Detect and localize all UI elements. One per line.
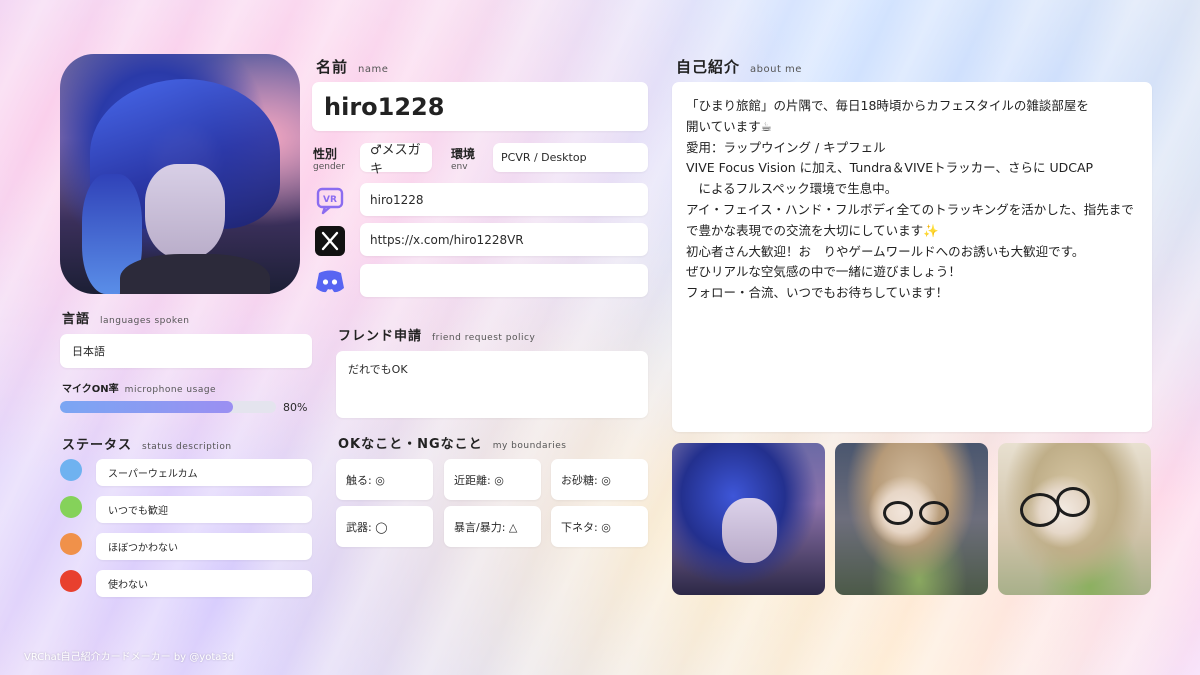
name-field[interactable]: hiro1228 (312, 82, 648, 131)
boundary-text: お砂糖: ◎ (561, 473, 611, 487)
about-line: アイ・フェイス・ハンド・フルボディ全てのトラッキングを活かした、指先まで (686, 201, 1134, 217)
gender-field[interactable]: ♂メスガキ (360, 143, 432, 177)
avatar (60, 54, 300, 294)
friend-value: だれでもOK (348, 363, 408, 376)
status-label-en: status description (142, 442, 232, 452)
gender-label: 性別 gender (313, 143, 345, 172)
vrchat-field[interactable]: hiro1228 (360, 183, 648, 216)
status-label-jp: ステータス (62, 438, 133, 453)
friend-field[interactable]: だれでもOK (336, 351, 648, 418)
vrchat-icon: VR (313, 183, 347, 217)
discord-icon (313, 264, 347, 298)
status-text: 使わない (108, 580, 148, 591)
languages-field[interactable]: 日本語 (60, 334, 312, 368)
about-line: で豊かな表現での交流を大切にしています✨ (686, 222, 939, 238)
gender-label-en: gender (313, 162, 345, 172)
env-value: PCVR / Desktop (501, 151, 587, 164)
gender-label-jp: 性別 (313, 147, 338, 161)
about-line: 愛用：ラップウイング / キプフェル (686, 139, 886, 155)
env-label: 環境 env (451, 143, 475, 172)
about-label-jp: 自己紹介 (676, 58, 741, 76)
boundary-item: お砂糖: ◎ (551, 459, 648, 500)
status-dot-blue (60, 459, 82, 481)
mic-progress-bar (60, 401, 276, 413)
boundary-text: 近距離: ◎ (454, 473, 504, 487)
name-label: 名前 name (316, 56, 388, 77)
status-dot-green (60, 496, 82, 518)
languages-label-en: languages spoken (100, 316, 190, 326)
x-icon (313, 224, 347, 258)
name-value: hiro1228 (324, 92, 445, 121)
status-item: いつでも歓迎 (96, 496, 312, 523)
x-value: https://x.com/hiro1228VR (370, 232, 524, 247)
gender-value: ♂メスガキ (370, 142, 421, 177)
about-line: ぜひリアルな空気感の中で一緒に遊びましょう！ (686, 264, 961, 280)
status-item: スーパーウェルカム (96, 459, 312, 486)
photo-3 (998, 443, 1151, 595)
status-item: ほぼつかわない (96, 533, 312, 560)
svg-text:VR: VR (323, 195, 337, 205)
about-line: 初心者さん大歓迎！お りやゲームワールドへのお誘いも大歓迎です。 (686, 243, 1085, 259)
friend-label-jp: フレンド申請 (338, 329, 423, 344)
status-dot-orange (60, 533, 82, 555)
about-label-en: about me (750, 64, 802, 75)
boundary-text: 暴言/暴力: △ (454, 520, 518, 534)
friend-label-en: friend request policy (432, 333, 536, 343)
vrchat-value: hiro1228 (370, 192, 424, 207)
status-label: ステータス status description (62, 434, 232, 453)
about-line: 開いています☕ (686, 118, 772, 134)
name-label-jp: 名前 (316, 58, 349, 76)
languages-label-jp: 言語 (62, 312, 91, 327)
about-field[interactable]: 「ひまり旅館」の片隅で、毎日18時頃からカフェスタイルの雑談部屋を 開いています… (672, 82, 1152, 432)
boundaries-label-en: my boundaries (492, 441, 567, 451)
about-line: VIVE Focus Vision に加え、Tundra＆VIVEトラッカー、さ… (686, 160, 1094, 176)
about-line: フォロー・合流、いつでもお待ちしています！ (686, 285, 949, 301)
footer-credit: VRChat自己紹介カードメーカー by @yota3d (24, 652, 235, 663)
friend-label: フレンド申請 friend request policy (338, 325, 535, 344)
discord-field[interactable] (360, 264, 648, 297)
boundary-item: 武器: ◯ (336, 506, 433, 547)
status-item: 使わない (96, 570, 312, 597)
name-label-en: name (358, 64, 389, 75)
mic-label-jp: マイクON率 (62, 384, 119, 395)
photo-2 (835, 443, 988, 595)
boundary-item: 触る: ◎ (336, 459, 433, 500)
about-label: 自己紹介 about me (676, 56, 802, 77)
mic-label-en: microphone usage (124, 385, 217, 395)
boundary-text: 触る: ◎ (346, 473, 385, 487)
boundaries-label-jp: OKなこと・NGなこと (338, 437, 483, 452)
mic-progress-fill (60, 401, 233, 413)
about-line: 「ひまり旅館」の片隅で、毎日18時頃からカフェスタイルの雑談部屋を (686, 98, 1089, 113)
boundaries-label: OKなこと・NGなこと my boundaries (338, 433, 566, 452)
env-label-en: env (451, 162, 468, 172)
mic-label: マイクON率 microphone usage (62, 380, 216, 395)
mic-value: 80% (283, 401, 308, 414)
status-text: ほぼつかわない (108, 543, 178, 554)
env-field[interactable]: PCVR / Desktop (493, 143, 648, 172)
languages-value: 日本語 (72, 345, 105, 358)
x-field[interactable]: https://x.com/hiro1228VR (360, 223, 648, 256)
status-dot-red (60, 570, 82, 592)
boundary-text: 武器: ◯ (346, 520, 388, 534)
status-text: スーパーウェルカム (108, 469, 198, 480)
photo-1 (672, 443, 825, 595)
about-line: によるフルスペック環境で生息中。 (686, 181, 898, 197)
boundary-text: 下ネタ: ◎ (561, 520, 611, 534)
boundary-item: 近距離: ◎ (444, 459, 541, 500)
languages-label: 言語 languages spoken (62, 308, 190, 327)
status-text: いつでも歓迎 (108, 506, 168, 517)
boundary-item: 暴言/暴力: △ (444, 506, 541, 547)
env-label-jp: 環境 (451, 147, 476, 161)
boundary-item: 下ネタ: ◎ (551, 506, 648, 547)
